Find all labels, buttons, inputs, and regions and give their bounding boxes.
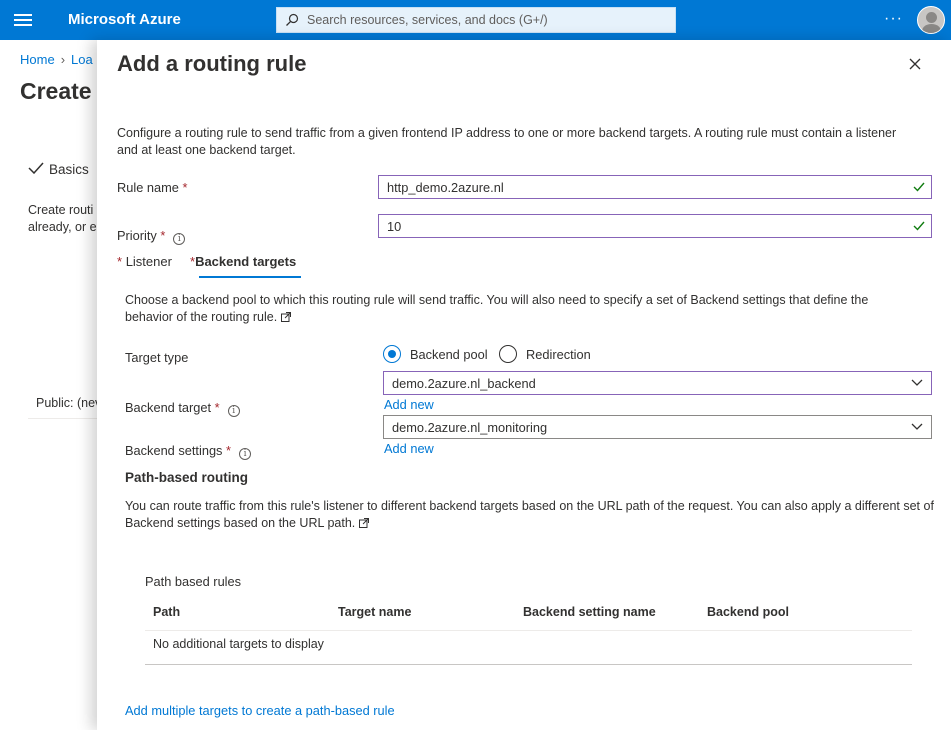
required-mark: *: [160, 228, 166, 243]
required-mark: *: [117, 254, 123, 269]
step-basics-label: Basics: [49, 162, 89, 177]
column-header-backend-setting-name: Backend setting name: [523, 605, 656, 619]
required-mark: *: [182, 180, 188, 195]
required-mark: *: [226, 443, 232, 458]
redirection-radio[interactable]: [499, 345, 517, 363]
rule-name-label-text: Rule name: [117, 180, 179, 195]
breadcrumb-next[interactable]: Loa: [71, 52, 93, 67]
external-link-icon[interactable]: [359, 518, 370, 528]
more-options-icon[interactable]: ···: [884, 10, 903, 28]
tab-listener[interactable]: * Listener: [117, 254, 172, 269]
intro-text: Configure a routing rule to send traffic…: [117, 126, 897, 157]
tab-listener-label: Listener: [125, 254, 172, 269]
chevron-down-icon: [911, 423, 923, 430]
backend-target-select[interactable]: demo.2azure.nl_backend: [383, 371, 932, 395]
backend-settings-label: Backend settings * i: [125, 443, 252, 460]
background-page: Home › Loa Create Basics Create routi alre…: [0, 40, 102, 730]
avatar-body-shape: [922, 24, 941, 33]
step-basics[interactable]: Basics: [28, 162, 89, 177]
table-header-divider: [145, 630, 912, 631]
create-description-line-1: Create routi: [28, 203, 94, 217]
page-title: Create: [20, 78, 92, 104]
target-type-label: Target type: [125, 350, 189, 365]
rule-name-value: http_demo.2azure.nl: [387, 180, 504, 195]
breadcrumb-chevron-icon: ›: [60, 52, 66, 67]
table-bottom-divider: [145, 664, 912, 665]
breadcrumb-home[interactable]: Home: [20, 52, 55, 67]
redirection-radio-label[interactable]: Redirection: [526, 347, 591, 362]
column-header-backend-pool: Backend pool: [707, 605, 789, 619]
checkmark-icon: [28, 162, 44, 174]
column-header-target-name: Target name: [338, 605, 412, 619]
backend-description-text: Choose a backend pool to which this rout…: [125, 293, 869, 324]
chevron-down-icon: [911, 379, 923, 386]
backend-settings-label-text: Backend settings: [125, 443, 223, 458]
public-ip-text: Public: (nev: [36, 396, 102, 410]
tab-backend-targets[interactable]: *Backend targets: [190, 254, 296, 269]
avatar-head-shape: [926, 12, 937, 23]
hamburger-menu-icon[interactable]: [14, 11, 32, 29]
create-description-line-2: already, or e: [28, 220, 97, 234]
backend-settings-select[interactable]: demo.2azure.nl_monitoring: [383, 415, 932, 439]
blade-title: Add a routing rule: [117, 51, 307, 76]
brand-title[interactable]: Microsoft Azure: [68, 11, 181, 28]
info-icon[interactable]: i: [227, 405, 240, 417]
table-empty-message: No additional targets to display: [153, 637, 324, 651]
backend-pool-radio[interactable]: [383, 345, 401, 363]
divider: [28, 418, 100, 419]
priority-label: Priority * i: [117, 228, 186, 245]
info-icon[interactable]: i: [173, 233, 186, 245]
required-mark: *: [214, 400, 220, 415]
add-routing-rule-blade: Add a routing rule Configure a routing r…: [97, 40, 951, 730]
backend-description: Choose a backend pool to which this rout…: [125, 292, 915, 326]
search-placeholder: Search resources, services, and docs (G+…: [307, 13, 548, 27]
rule-name-input[interactable]: http_demo.2azure.nl: [378, 175, 932, 199]
info-icon[interactable]: i: [239, 448, 252, 460]
priority-label-text: Priority: [117, 228, 157, 243]
search-icon: [286, 13, 299, 26]
avatar[interactable]: [917, 6, 945, 34]
path-routing-heading: Path-based routing: [125, 470, 249, 485]
path-routing-description-text: You can route traffic from this rule's l…: [125, 499, 934, 530]
breadcrumb: Home › Loa: [20, 52, 93, 67]
path-based-rules-label: Path based rules: [145, 574, 242, 589]
add-multiple-targets-link[interactable]: Add multiple targets to create a path-ba…: [125, 703, 395, 718]
backend-settings-value: demo.2azure.nl_monitoring: [392, 420, 548, 435]
external-link-icon[interactable]: [281, 312, 292, 322]
valid-check-icon: [913, 182, 925, 192]
active-tab-indicator: [199, 276, 301, 278]
close-icon[interactable]: [907, 56, 923, 72]
backend-pool-radio-label[interactable]: Backend pool: [410, 347, 488, 362]
path-routing-description: You can route traffic from this rule's l…: [125, 498, 937, 532]
global-search-input[interactable]: Search resources, services, and docs (G+…: [276, 7, 676, 33]
backend-target-value: demo.2azure.nl_backend: [392, 376, 536, 391]
add-new-backend-target-link[interactable]: Add new: [384, 397, 434, 412]
backend-target-label: Backend target * i: [125, 400, 240, 417]
backend-target-label-text: Backend target: [125, 400, 212, 415]
tab-backend-targets-label: Backend targets: [195, 254, 297, 269]
rule-name-label: Rule name *: [117, 180, 187, 195]
top-bar: Microsoft Azure Search resources, servic…: [0, 0, 951, 40]
add-new-backend-settings-link[interactable]: Add new: [384, 441, 434, 456]
priority-value: 10: [387, 219, 402, 234]
column-header-path: Path: [153, 605, 181, 619]
create-description: Create routi already, or e: [28, 202, 97, 236]
valid-check-icon: [913, 221, 925, 231]
priority-input[interactable]: 10: [378, 214, 932, 238]
